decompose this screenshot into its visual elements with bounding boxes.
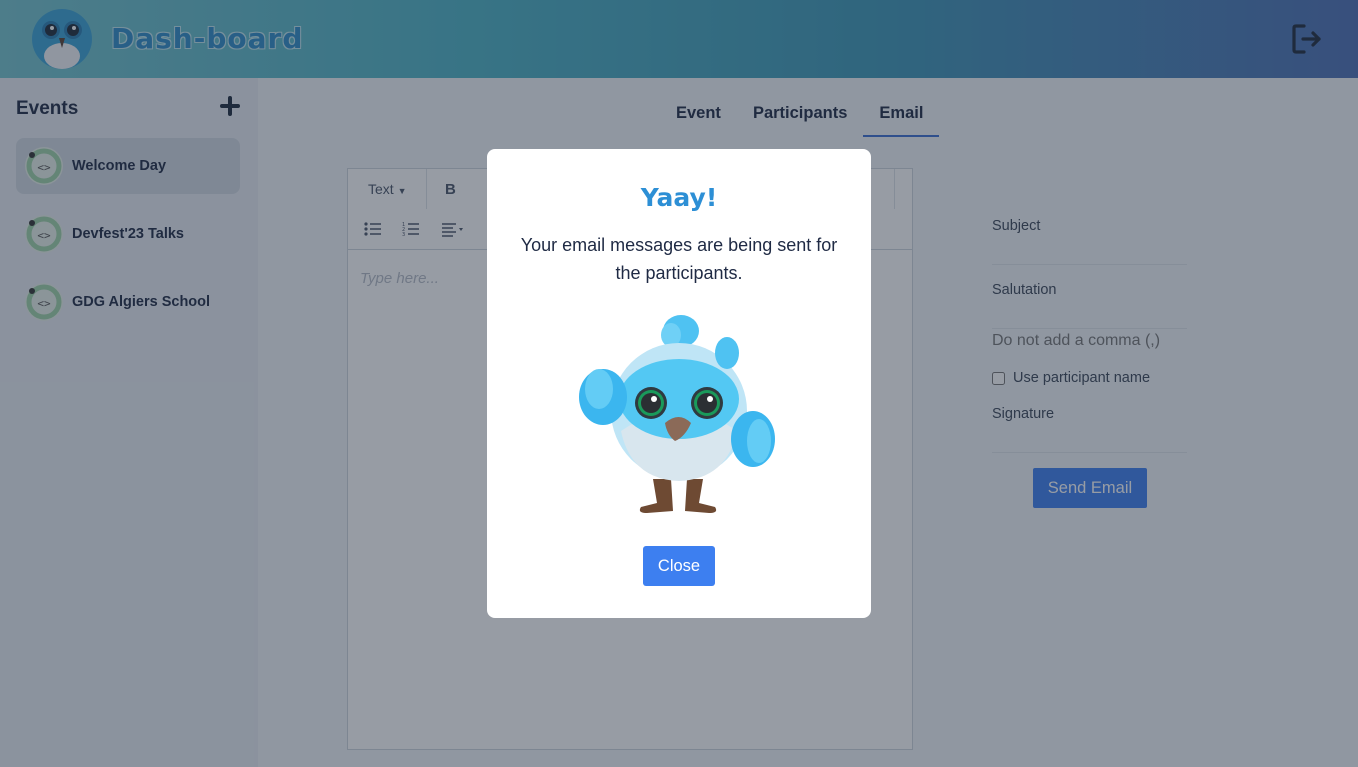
owl-mascot-icon	[577, 311, 781, 521]
modal-message: Your email messages are being sent for t…	[520, 235, 838, 283]
success-modal: Yaay! Your email messages are being sent…	[487, 149, 871, 618]
modal-title: Yaay!	[640, 183, 718, 212]
close-button[interactable]: Close	[643, 546, 715, 586]
